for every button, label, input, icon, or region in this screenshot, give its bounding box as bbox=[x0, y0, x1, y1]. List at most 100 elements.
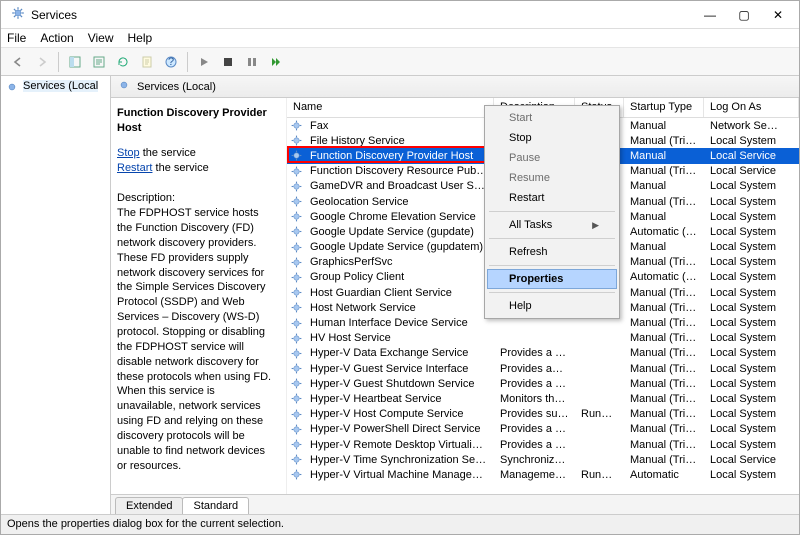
cell-startup: Manual (Trigg… bbox=[624, 454, 704, 466]
cell-startup: Manual bbox=[624, 150, 704, 162]
gear-icon bbox=[287, 119, 304, 132]
gear-icon bbox=[287, 301, 304, 314]
refresh-button[interactable] bbox=[112, 51, 134, 73]
cell-startup: Automatic (De… bbox=[624, 226, 704, 238]
ctx-properties[interactable]: Properties bbox=[487, 269, 617, 289]
cell-name: Geolocation Service bbox=[304, 196, 494, 208]
menu-help[interactable]: Help bbox=[128, 31, 153, 45]
cell-logon: Local System bbox=[704, 135, 799, 147]
cell-status: Running bbox=[575, 408, 624, 420]
gear-icon bbox=[287, 438, 304, 451]
statusbar: Opens the properties dialog box for the … bbox=[1, 514, 799, 534]
gear-icon bbox=[287, 271, 304, 284]
menu-file[interactable]: File bbox=[7, 31, 26, 45]
table-row[interactable]: Hyper-V Remote Desktop Virtualization Se… bbox=[287, 437, 799, 452]
cell-name: HV Host Service bbox=[304, 332, 494, 344]
ctx-help[interactable]: Help bbox=[487, 296, 617, 316]
restart-link[interactable]: Restart bbox=[117, 162, 152, 174]
cell-logon: Local System bbox=[704, 287, 799, 299]
cell-name: Hyper-V Virtual Machine Management bbox=[304, 469, 494, 481]
menu-action[interactable]: Action bbox=[40, 31, 73, 45]
cell-startup: Manual (Trigg… bbox=[624, 363, 704, 375]
cell-name: Hyper-V Data Exchange Service bbox=[304, 347, 494, 359]
properties-button[interactable] bbox=[136, 51, 158, 73]
ctx-stop[interactable]: Stop bbox=[487, 128, 617, 148]
table-row[interactable]: Hyper-V Virtual Machine ManagementManage… bbox=[287, 467, 799, 482]
cell-name: Fax bbox=[304, 120, 494, 132]
start-service-button[interactable] bbox=[193, 51, 215, 73]
gear-icon bbox=[287, 468, 304, 481]
cell-logon: Local System bbox=[704, 302, 799, 314]
cell-logon: Local System bbox=[704, 393, 799, 405]
cell-startup: Manual (Trigg… bbox=[624, 287, 704, 299]
ctx-refresh[interactable]: Refresh bbox=[487, 242, 617, 262]
cell-name: GraphicsPerfSvc bbox=[304, 256, 494, 268]
gear-icon bbox=[287, 225, 304, 238]
stop-link[interactable]: Stop bbox=[117, 147, 140, 159]
cell-name: Function Discovery Provider Host bbox=[304, 150, 494, 162]
cell-logon: Local System bbox=[704, 439, 799, 451]
close-button[interactable]: ✕ bbox=[761, 4, 795, 26]
cell-description: Synchronizes th… bbox=[494, 454, 575, 466]
tab-extended[interactable]: Extended bbox=[115, 497, 183, 514]
services-list[interactable]: Name Description Status Startup Type Log… bbox=[286, 98, 799, 494]
table-row[interactable]: Hyper-V Guest Service InterfaceProvides … bbox=[287, 361, 799, 376]
gear-icon bbox=[287, 377, 304, 390]
restart-service-button[interactable] bbox=[265, 51, 287, 73]
table-row[interactable]: Hyper-V Heartbeat ServiceMonitors the st… bbox=[287, 391, 799, 406]
right-pane: Services (Local) Function Discovery Prov… bbox=[111, 76, 799, 514]
cell-name: Hyper-V Remote Desktop Virtualization Se… bbox=[304, 439, 494, 451]
table-row[interactable]: Hyper-V Data Exchange ServiceProvides a … bbox=[287, 346, 799, 361]
stop-service-button[interactable] bbox=[217, 51, 239, 73]
help-button[interactable]: ? bbox=[160, 51, 182, 73]
table-row[interactable]: Hyper-V Host Compute ServiceProvides sup… bbox=[287, 407, 799, 422]
tab-standard[interactable]: Standard bbox=[182, 497, 249, 514]
col-logon[interactable]: Log On As bbox=[704, 98, 799, 117]
ctx-all-tasks[interactable]: All Tasks▶ bbox=[487, 215, 617, 235]
cell-name: File History Service bbox=[304, 135, 494, 147]
cell-name: Hyper-V Guest Service Interface bbox=[304, 363, 494, 375]
chevron-right-icon: ▶ bbox=[592, 220, 599, 231]
table-row[interactable]: Hyper-V Guest Shutdown ServiceProvides a… bbox=[287, 376, 799, 391]
cell-logon: Local System bbox=[704, 271, 799, 283]
tree-pane: Services (Local bbox=[1, 76, 111, 514]
export-button[interactable] bbox=[88, 51, 110, 73]
cell-name: GameDVR and Broadcast User Service_16f6… bbox=[304, 180, 494, 192]
cell-name: Hyper-V PowerShell Direct Service bbox=[304, 423, 494, 435]
view-tabs: Extended Standard bbox=[111, 494, 799, 514]
gear-icon bbox=[287, 423, 304, 436]
cell-startup: Manual (Trigg… bbox=[624, 423, 704, 435]
pause-service-button[interactable] bbox=[241, 51, 263, 73]
menu-view[interactable]: View bbox=[88, 31, 114, 45]
pane-title: Services (Local) bbox=[137, 81, 216, 93]
menubar: File Action View Help bbox=[1, 29, 799, 48]
pane-header: Services (Local) bbox=[111, 76, 799, 98]
description-text: The FDPHOST service hosts the Function D… bbox=[117, 206, 276, 473]
cell-startup: Automatic (Tri… bbox=[624, 271, 704, 283]
cell-startup: Manual bbox=[624, 211, 704, 223]
ctx-restart[interactable]: Restart bbox=[487, 188, 617, 208]
table-row[interactable]: HV Host ServiceManual (Trigg…Local Syste… bbox=[287, 331, 799, 346]
cell-name: Google Chrome Elevation Service bbox=[304, 211, 494, 223]
tree-root[interactable]: Services (Local bbox=[23, 80, 98, 92]
cell-startup: Manual (Trigg… bbox=[624, 302, 704, 314]
cell-name: Host Guardian Client Service bbox=[304, 287, 494, 299]
description-label: Description: bbox=[117, 191, 276, 206]
context-menu: Start Stop Pause Resume Restart All Task… bbox=[484, 105, 620, 319]
col-startup[interactable]: Startup Type bbox=[624, 98, 704, 117]
cell-description: Provides a platf… bbox=[494, 439, 575, 451]
maximize-button[interactable]: ▢ bbox=[727, 4, 761, 26]
table-row[interactable]: Hyper-V Time Synchronization ServiceSync… bbox=[287, 452, 799, 467]
cell-startup: Manual (Trigg… bbox=[624, 439, 704, 451]
cell-startup: Automatic bbox=[624, 469, 704, 481]
back-button[interactable] bbox=[7, 51, 29, 73]
show-hide-button[interactable] bbox=[64, 51, 86, 73]
forward-button[interactable] bbox=[31, 51, 53, 73]
cell-name: Hyper-V Time Synchronization Service bbox=[304, 454, 494, 466]
toolbar: ? bbox=[1, 48, 799, 76]
table-row[interactable]: Hyper-V PowerShell Direct ServiceProvide… bbox=[287, 422, 799, 437]
minimize-button[interactable]: — bbox=[693, 4, 727, 26]
cell-logon: Local System bbox=[704, 180, 799, 192]
cell-startup: Manual (Trigg… bbox=[624, 378, 704, 390]
col-name[interactable]: Name bbox=[287, 98, 494, 117]
